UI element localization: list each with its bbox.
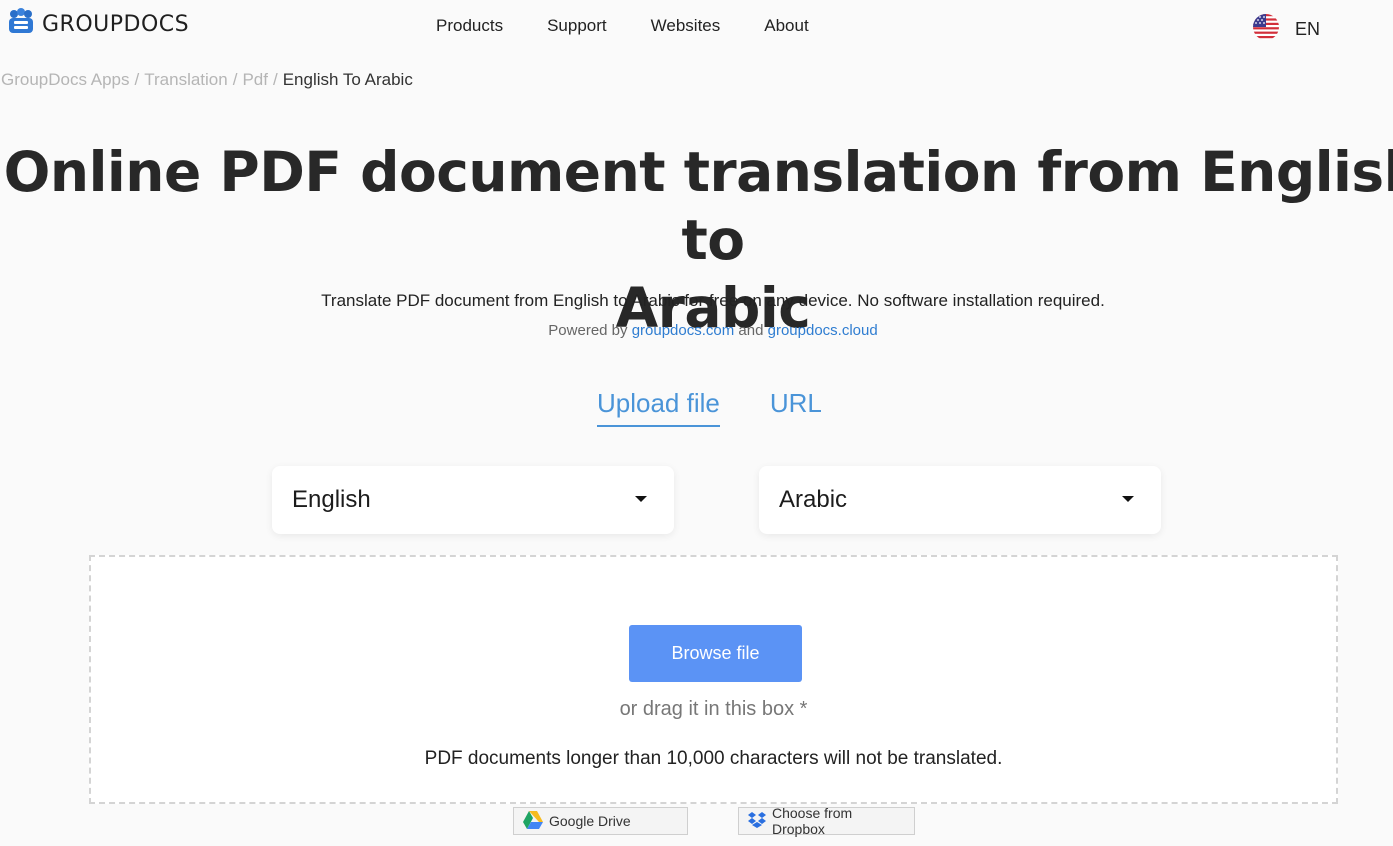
breadcrumb: GroupDocs Apps / Translation / Pdf / English T…	[1, 70, 413, 90]
nav-products[interactable]: Products	[414, 14, 525, 38]
character-limit-note: PDF documents longer than 10,000 charact…	[424, 748, 1003, 769]
page-title: Online PDF document translation from Eng…	[0, 138, 1393, 342]
drag-hint: or drag it in this box *	[619, 698, 808, 720]
page-subtitle: Translate PDF document from English to A…	[321, 291, 1105, 310]
browse-file-button[interactable]: Browse file	[629, 625, 802, 682]
breadcrumb-separator: /	[272, 70, 278, 89]
logo-text: GROUPDOCS	[42, 11, 190, 37]
dropbox-button[interactable]: Choose from Dropbox	[738, 805, 915, 837]
breadcrumb-current: English To Arabic	[282, 70, 413, 89]
groupdocs-logo-icon	[6, 7, 36, 41]
google-drive-icon	[522, 810, 544, 833]
powered-by: Powered by groupdocs.com and groupdocs.c…	[0, 322, 1393, 339]
file-dropzone[interactable]: Browse file or drag it in this box * PDF…	[89, 555, 1338, 804]
tab-upload-file[interactable]: Upload file	[597, 388, 720, 427]
source-language-value: English	[292, 486, 371, 513]
caret-down-icon	[1122, 496, 1134, 502]
caret-down-icon	[635, 496, 647, 502]
google-drive-label: Google Drive	[549, 813, 631, 829]
site-header: GROUPDOCS Products Support Websites Abou…	[0, 0, 1393, 52]
nav-websites[interactable]: Websites	[629, 14, 743, 38]
breadcrumb-separator: /	[232, 70, 238, 89]
target-language-value: Arabic	[779, 486, 848, 513]
main-nav: Products Support Websites About	[414, 14, 831, 38]
tab-url[interactable]: URL	[770, 388, 822, 427]
google-drive-button[interactable]: Google Drive	[513, 807, 688, 835]
nav-about[interactable]: About	[742, 14, 830, 38]
powered-by-prefix: Powered by	[548, 322, 628, 339]
target-language-select[interactable]: Arabic	[759, 466, 1161, 534]
groupdocs-logo[interactable]: GROUPDOCS	[6, 7, 190, 41]
breadcrumb-translation[interactable]: Translation	[144, 70, 227, 89]
dropbox-label: Choose from Dropbox	[772, 805, 853, 837]
language-selector[interactable]: EN	[1252, 13, 1320, 46]
us-flag-icon	[1252, 13, 1280, 46]
language-code: EN	[1295, 19, 1321, 39]
groupdocs-com-link[interactable]: groupdocs.com	[632, 322, 735, 339]
groupdocs-cloud-link[interactable]: groupdocs.cloud	[768, 322, 878, 339]
nav-support[interactable]: Support	[525, 14, 629, 38]
breadcrumb-pdf[interactable]: Pdf	[242, 70, 268, 89]
upload-tabs: Upload file URL	[597, 388, 822, 427]
page-title-line1: Online PDF document translation from Eng…	[3, 140, 1393, 272]
breadcrumb-groupdocs-apps[interactable]: GroupDocs Apps	[1, 70, 130, 89]
powered-by-and: and	[738, 322, 764, 339]
breadcrumb-separator: /	[134, 70, 140, 89]
dropbox-icon	[747, 811, 767, 832]
source-language-select[interactable]: English	[272, 466, 674, 534]
